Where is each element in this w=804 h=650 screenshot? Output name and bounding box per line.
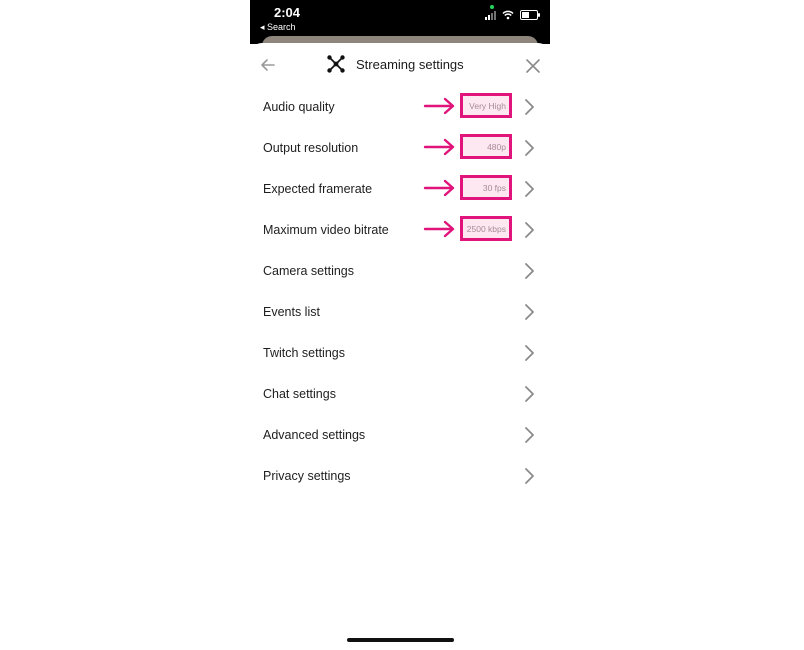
settings-menu: Audio quality Very High Output resolutio… [250, 86, 550, 496]
close-icon[interactable] [522, 55, 544, 77]
highlighted-value-box: 480p [460, 134, 512, 159]
status-icons [485, 10, 540, 20]
sheet-header: Streaming settings [250, 43, 550, 89]
highlighted-value-box: 30 fps [460, 175, 512, 200]
status-time: 2:04 [274, 5, 301, 20]
maximum-video-bitrate-value: 2500 kbps [466, 223, 506, 234]
menu-item-label: Chat settings [263, 387, 336, 401]
wifi-icon [502, 10, 514, 20]
chevron-right-icon [525, 468, 534, 484]
back-arrow-icon[interactable] [258, 55, 278, 75]
highlighted-value-box: Very High [460, 93, 512, 118]
stream-network-icon [327, 55, 345, 73]
menu-item-output-resolution[interactable]: Output resolution 480p [250, 127, 550, 168]
page-title: Streaming settings [356, 56, 464, 72]
phone-screen: 2:04 ◂ Search Streaming settings Audio q… [250, 0, 550, 650]
menu-item-label: Events list [263, 305, 320, 319]
annotation-arrow-icon [423, 179, 455, 197]
menu-item-expected-framerate[interactable]: Expected framerate 30 fps [250, 168, 550, 209]
chevron-right-icon [525, 99, 534, 115]
expected-framerate-value: 30 fps [482, 182, 506, 193]
menu-item-label: Audio quality [263, 100, 335, 114]
annotation-arrow-icon [423, 97, 455, 115]
chevron-right-icon [525, 345, 534, 361]
menu-item-label: Twitch settings [263, 346, 345, 360]
annotation-arrow-icon [423, 220, 455, 238]
highlighted-value-box: 2500 kbps [460, 216, 512, 241]
menu-item-privacy-settings[interactable]: Privacy settings [250, 455, 550, 496]
back-to-app-link[interactable]: ◂ Search [260, 22, 296, 33]
camera-in-use-indicator [490, 5, 494, 9]
chevron-right-icon [525, 263, 534, 279]
chevron-right-icon [525, 222, 534, 238]
menu-item-audio-quality[interactable]: Audio quality Very High [250, 86, 550, 127]
menu-item-twitch-settings[interactable]: Twitch settings [250, 332, 550, 373]
menu-item-label: Maximum video bitrate [263, 223, 389, 237]
menu-item-camera-settings[interactable]: Camera settings [250, 250, 550, 291]
output-resolution-value: 480p [487, 141, 506, 152]
chevron-right-icon [525, 140, 534, 156]
audio-quality-value: Very High [469, 100, 506, 111]
annotation-arrow-icon [423, 138, 455, 156]
chevron-right-icon [525, 386, 534, 402]
chevron-right-icon [525, 427, 534, 443]
menu-item-label: Expected framerate [263, 182, 373, 196]
cellular-signal-icon [485, 10, 496, 20]
battery-icon [520, 10, 540, 20]
menu-item-label: Camera settings [263, 264, 355, 278]
menu-item-events-list[interactable]: Events list [250, 291, 550, 332]
menu-item-maximum-video-bitrate[interactable]: Maximum video bitrate 2500 kbps [250, 209, 550, 250]
title-group: Streaming settings [326, 54, 464, 74]
home-indicator[interactable] [347, 638, 454, 642]
settings-sheet: Streaming settings Audio quality Very Hi… [250, 43, 550, 650]
chevron-right-icon [525, 304, 534, 320]
menu-item-label: Output resolution [263, 141, 359, 155]
menu-item-label: Advanced settings [263, 428, 366, 442]
menu-item-advanced-settings[interactable]: Advanced settings [250, 414, 550, 455]
menu-item-chat-settings[interactable]: Chat settings [250, 373, 550, 414]
menu-item-label: Privacy settings [263, 469, 351, 483]
chevron-right-icon [525, 181, 534, 197]
